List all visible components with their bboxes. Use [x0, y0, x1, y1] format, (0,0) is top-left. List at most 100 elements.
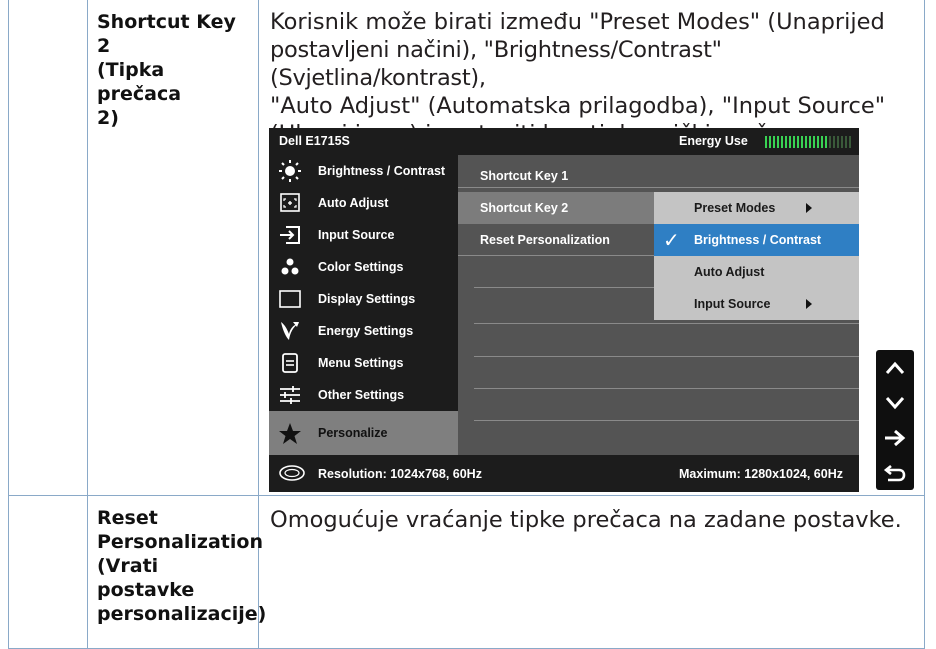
energy-bar: [813, 136, 815, 148]
energy-bar: [777, 136, 779, 148]
option-label: Brightness / Contrast: [694, 233, 822, 247]
osd-menu: Dell E1715S Energy Use Brightness / Cont…: [269, 128, 859, 492]
display-icon: [277, 287, 303, 311]
reset-personalization-label: Reset Personalization (Vrati postavke pe…: [97, 506, 266, 626]
energy-bar: [785, 136, 787, 148]
menu-item-energy-settings[interactable]: Energy Settings: [269, 315, 458, 347]
option-input-source[interactable]: Input Source: [654, 288, 859, 320]
option-preset-modes[interactable]: Preset Modes: [654, 192, 859, 224]
energy-bar: [765, 136, 767, 148]
down-arrow-icon[interactable]: [876, 385, 914, 420]
table-row-divider: [8, 495, 925, 496]
energy-bar: [789, 136, 791, 148]
menu-item-auto-adjust[interactable]: Auto Adjust: [269, 187, 458, 219]
row-separator: [474, 356, 859, 357]
option-brightness-contrast[interactable]: ✓ Brightness / Contrast: [654, 224, 859, 256]
back-arrow-icon[interactable]: [876, 455, 914, 490]
submenu-label: Reset Personalization: [480, 233, 610, 247]
osd-header: Dell E1715S Energy Use: [269, 128, 859, 155]
menu-item-label: Personalize: [318, 426, 388, 440]
table-border-left: [8, 0, 9, 649]
energy-bar: [773, 136, 775, 148]
energy-bar: [809, 136, 811, 148]
input-source-icon: [277, 223, 303, 247]
table-border-right: [924, 0, 925, 649]
energy-bar: [801, 136, 803, 148]
osd-main-menu: Brightness / Contrast Auto Adjust Input …: [269, 155, 458, 455]
menu-item-label: Display Settings: [318, 292, 416, 306]
energy-bar: [845, 136, 847, 148]
option-label: Preset Modes: [694, 201, 776, 215]
menu-item-label: Auto Adjust: [318, 196, 389, 210]
option-auto-adjust[interactable]: Auto Adjust: [654, 256, 859, 288]
submenu-reset-personalization[interactable]: Reset Personalization: [458, 224, 654, 256]
current-resolution: Resolution: 1024x768, 60Hz: [318, 467, 482, 481]
row-separator: [474, 287, 654, 288]
shortcut-key-2-description: Korisnik može birati između "Preset Mode…: [270, 8, 920, 148]
energy-bar: [781, 136, 783, 148]
star-icon: [277, 421, 303, 445]
label-line: (Tipka prečaca: [97, 59, 182, 105]
reset-personalization-description: Omogućuje vraćanje tipke prečaca na zada…: [270, 506, 920, 534]
desc-line: Korisnik može birati između "Preset Mode…: [270, 9, 885, 35]
option-label: Input Source: [694, 297, 771, 311]
menu-item-color-settings[interactable]: Color Settings: [269, 251, 458, 283]
row-separator: [474, 388, 859, 389]
submenu-arrow-icon: [806, 203, 812, 213]
leaf-icon: [277, 319, 303, 343]
energy-bar: [805, 136, 807, 148]
menu-item-label: Menu Settings: [318, 356, 404, 370]
osd-navigation-buttons: [876, 350, 914, 490]
submenu-shortcut-key-2[interactable]: Shortcut Key 2: [458, 192, 654, 224]
energy-bar: [849, 136, 851, 148]
energy-bar: [841, 136, 843, 148]
energy-bar: [797, 136, 799, 148]
desc-line: "Auto Adjust" (Automatska prilagodba), "…: [270, 93, 886, 119]
desc-line: Omogućuje vraćanje tipke prečaca na zada…: [270, 507, 902, 533]
energy-bar: [833, 136, 835, 148]
option-label: Auto Adjust: [694, 265, 765, 279]
menu-item-label: Energy Settings: [318, 324, 414, 338]
energy-use-label: Energy Use: [679, 134, 748, 148]
menu-item-other-settings[interactable]: Other Settings: [269, 379, 458, 411]
submenu-label: Shortcut Key 2: [480, 201, 569, 215]
row-separator: [458, 255, 654, 256]
menu-item-brightness-contrast[interactable]: Brightness / Contrast: [269, 155, 458, 187]
label-line: Reset: [97, 507, 158, 529]
row-separator: [474, 420, 859, 421]
sun-icon: [277, 159, 303, 183]
shortcut-key-2-label: Shortcut Key 2 (Tipka prečaca 2): [97, 10, 252, 130]
sliders-icon: [277, 383, 303, 407]
checkmark-icon: ✓: [663, 228, 680, 252]
label-line: Shortcut Key 2: [97, 11, 236, 57]
menu-item-label: Input Source: [318, 228, 395, 242]
energy-bar: [817, 136, 819, 148]
menu-item-label: Other Settings: [318, 388, 405, 402]
color-dots-icon: [277, 255, 303, 279]
menu-icon: [277, 351, 303, 375]
monitor-model: Dell E1715S: [279, 134, 350, 148]
energy-bar: [825, 136, 827, 148]
energy-bar: [793, 136, 795, 148]
energy-bar: [769, 136, 771, 148]
menu-item-label: Brightness / Contrast: [318, 164, 446, 178]
osd-footer: Resolution: 1024x768, 60Hz Maximum: 1280…: [269, 455, 859, 492]
menu-item-label: Color Settings: [318, 260, 404, 274]
row-separator: [474, 323, 859, 324]
table-column-divider-1: [87, 0, 88, 649]
menu-item-menu-settings[interactable]: Menu Settings: [269, 347, 458, 379]
menu-item-personalize[interactable]: Personalize: [269, 411, 458, 455]
menu-item-input-source[interactable]: Input Source: [269, 219, 458, 251]
up-arrow-icon[interactable]: [876, 350, 914, 385]
desc-line: postavljeni načini), "Brightness/Contras…: [270, 37, 722, 91]
row-separator: [458, 187, 859, 188]
submenu-label: Shortcut Key 1: [480, 169, 569, 183]
label-line: Personalization: [97, 531, 263, 553]
label-line: 2): [97, 107, 119, 129]
submenu-arrow-icon: [806, 299, 812, 309]
menu-item-display-settings[interactable]: Display Settings: [269, 283, 458, 315]
right-arrow-icon[interactable]: [876, 420, 914, 455]
energy-bar: [829, 136, 831, 148]
energy-meter: [765, 136, 853, 148]
maximum-resolution: Maximum: 1280x1024, 60Hz: [679, 467, 843, 481]
